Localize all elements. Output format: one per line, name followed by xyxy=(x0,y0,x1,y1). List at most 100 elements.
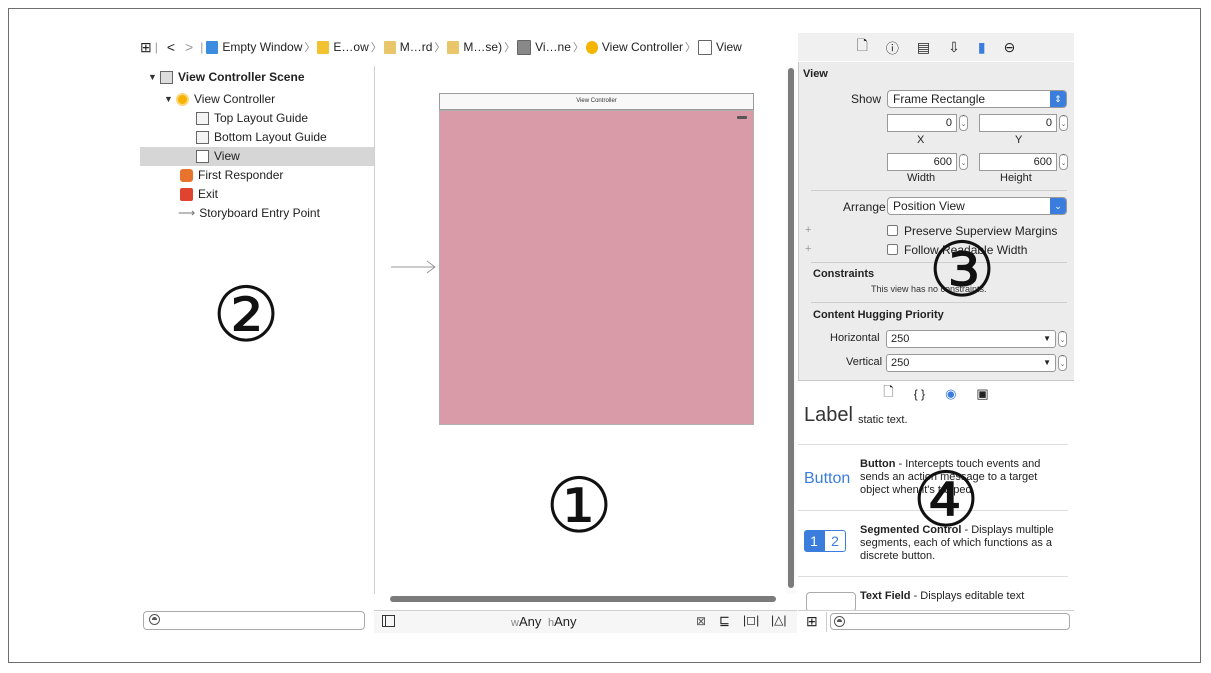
forward-icon[interactable]: > xyxy=(185,39,193,55)
related-items-icon[interactable]: ⊞ xyxy=(140,39,152,56)
outline-exit-row[interactable]: Exit xyxy=(180,185,218,204)
file-inspector-icon[interactable]: 🗋 xyxy=(857,35,868,59)
x-stepper[interactable]: ⌃ ⌄ xyxy=(959,115,968,131)
outline-bottom-layout-guide-row[interactable]: Bottom Layout Guide xyxy=(196,128,327,147)
view-icon xyxy=(196,150,209,163)
outline-first-responder-row[interactable]: First Responder xyxy=(180,166,283,185)
scene-icon xyxy=(517,39,532,55)
outline-entry-point-row[interactable]: ⟶ Storyboard Entry Point xyxy=(178,204,320,223)
outline-top-layout-guide-row[interactable]: Top Layout Guide xyxy=(196,109,308,128)
segment-2: 2 xyxy=(824,530,846,552)
size-class-control[interactable]: wAny hAny xyxy=(511,614,577,629)
arrow-right-icon: ⟶ xyxy=(178,206,196,220)
vertical-priority-stepper[interactable]: ⌃ ⌄ xyxy=(1058,355,1067,371)
attributes-inspector-icon[interactable]: ⇩ xyxy=(948,39,960,56)
y-label: Y xyxy=(1015,134,1023,146)
breadcrumb-item[interactable]: M…se) xyxy=(447,40,502,54)
library-item-label[interactable]: Label static text. xyxy=(798,406,1068,445)
breadcrumb-label: M…se) xyxy=(463,40,503,54)
chevron-down-icon: ▼ xyxy=(1043,358,1051,367)
library-filter-field[interactable] xyxy=(830,613,1070,630)
x-label: X xyxy=(917,134,925,146)
identity-inspector-icon[interactable]: ▤ xyxy=(917,39,930,56)
breadcrumb-label: View xyxy=(716,40,742,54)
inspector-selector-bar: 🗋 ⓘ ▤ ⇩ ▮ ⊖ xyxy=(798,33,1074,61)
toggle-outline-icon[interactable] xyxy=(382,615,395,627)
code-snippet-library-icon[interactable]: { } xyxy=(914,387,925,401)
breadcrumb-item[interactable]: View Controller xyxy=(585,40,683,54)
view-controller-view[interactable] xyxy=(439,110,754,425)
horizontal-priority-stepper[interactable]: ⌃ ⌄ xyxy=(1058,331,1067,347)
breadcrumb-item[interactable]: E…ow xyxy=(317,40,369,54)
width-stepper[interactable]: ⌃ ⌄ xyxy=(959,154,968,170)
show-label: Show xyxy=(851,92,882,106)
filter-icon xyxy=(834,616,845,627)
outline-filter-field[interactable] xyxy=(143,611,365,630)
size-inspector-icon[interactable]: ▮ xyxy=(978,39,986,56)
arrange-popup[interactable]: Position View ⌄ xyxy=(887,197,1067,215)
exit-icon xyxy=(180,188,193,201)
horizontal-priority-combo[interactable]: 250 ▼ xyxy=(886,330,1056,348)
canvas-vertical-scrollbar[interactable] xyxy=(788,68,794,588)
height-field[interactable]: 600 xyxy=(979,153,1057,171)
chevron-right-icon: 〉 xyxy=(434,42,446,54)
breadcrumb-item[interactable]: Empty Window xyxy=(206,40,302,54)
breadcrumb-item[interactable]: View xyxy=(698,39,742,55)
outline-view-row[interactable]: View xyxy=(140,147,374,166)
width-field[interactable]: 600 xyxy=(887,153,957,171)
view-controller-title-bar[interactable]: View Controller xyxy=(439,93,754,110)
vertical-label: Vertical xyxy=(846,356,883,368)
x-field[interactable]: 0 xyxy=(887,114,957,132)
object-library-icon[interactable]: ◉ xyxy=(945,386,956,402)
quick-help-icon[interactable]: ⓘ xyxy=(886,38,899,57)
canvas-horizontal-scrollbar[interactable] xyxy=(390,596,776,602)
breadcrumb-label: Empty Window xyxy=(222,40,303,54)
storyboard-icon xyxy=(383,40,396,54)
align-icon[interactable]: ⊑ xyxy=(719,613,730,629)
jump-bar: ⊞ | < > | Empty Window 〉 E…ow 〉 M…rd 〉 M…se) 〉 V… xyxy=(140,38,742,56)
annotation-library: ④ xyxy=(912,455,981,544)
horizontal-label: Horizontal xyxy=(830,332,880,344)
chevron-right-icon: 〉 xyxy=(685,42,697,54)
divider xyxy=(811,190,1067,191)
segment-1: 1 xyxy=(804,530,824,552)
annotation-outline: ② xyxy=(212,270,281,359)
arrange-label: Arrange xyxy=(843,200,886,214)
breadcrumb-label: Vi…ne xyxy=(535,40,571,54)
text-field-description: Text Field - Displays editable text xyxy=(860,590,1025,602)
button-preview: Button xyxy=(804,470,851,487)
filter-icon xyxy=(149,614,160,625)
layout-guide-icon xyxy=(196,112,209,125)
annotation-canvas: ① xyxy=(545,461,614,550)
pin-icon[interactable]: |◻| xyxy=(743,613,759,627)
file-icon xyxy=(206,40,219,54)
breadcrumb-item[interactable]: M…rd xyxy=(383,40,432,54)
chevron-right-icon: 〉 xyxy=(370,42,382,54)
chevron-right-icon: 〉 xyxy=(504,42,516,54)
breadcrumb-label: E…ow xyxy=(333,40,369,54)
add-variation-icon[interactable]: + xyxy=(805,243,811,255)
outline-scene-row[interactable]: ▼ View Controller Scene xyxy=(148,68,305,87)
file-template-library-icon[interactable]: 🗋 xyxy=(883,383,893,405)
label-description: static text. xyxy=(858,414,908,426)
chevron-down-icon: ⌄ xyxy=(1050,198,1066,214)
show-popup[interactable]: Frame Rectangle ⇕ xyxy=(887,90,1067,108)
y-stepper[interactable]: ⌃ ⌄ xyxy=(1059,115,1068,131)
checkbox-icon xyxy=(887,244,898,255)
y-field[interactable]: 0 xyxy=(979,114,1057,132)
embed-stack-icon[interactable]: ⊠ xyxy=(696,614,706,628)
library-item-text-field[interactable]: Text Field - Displays editable text xyxy=(798,576,1068,610)
breadcrumb-item[interactable]: Vi…ne xyxy=(517,39,571,55)
vertical-priority-combo[interactable]: 250 ▼ xyxy=(886,354,1056,372)
back-icon[interactable]: < xyxy=(167,39,175,55)
connections-inspector-icon[interactable]: ⊖ xyxy=(1004,39,1016,56)
library-bottom-bar: ⊞ xyxy=(798,610,1074,633)
battery-icon xyxy=(737,116,747,119)
outline-view-controller-row[interactable]: ▼ View Controller xyxy=(164,90,275,109)
inspector-section-title: View xyxy=(803,68,828,80)
media-library-icon[interactable]: ▣ xyxy=(976,386,988,402)
grid-view-icon[interactable]: ⊞ xyxy=(806,613,818,630)
add-variation-icon[interactable]: + xyxy=(805,224,811,236)
resolve-issues-icon[interactable]: |△| xyxy=(771,613,786,627)
height-stepper[interactable]: ⌃ ⌄ xyxy=(1059,154,1068,170)
